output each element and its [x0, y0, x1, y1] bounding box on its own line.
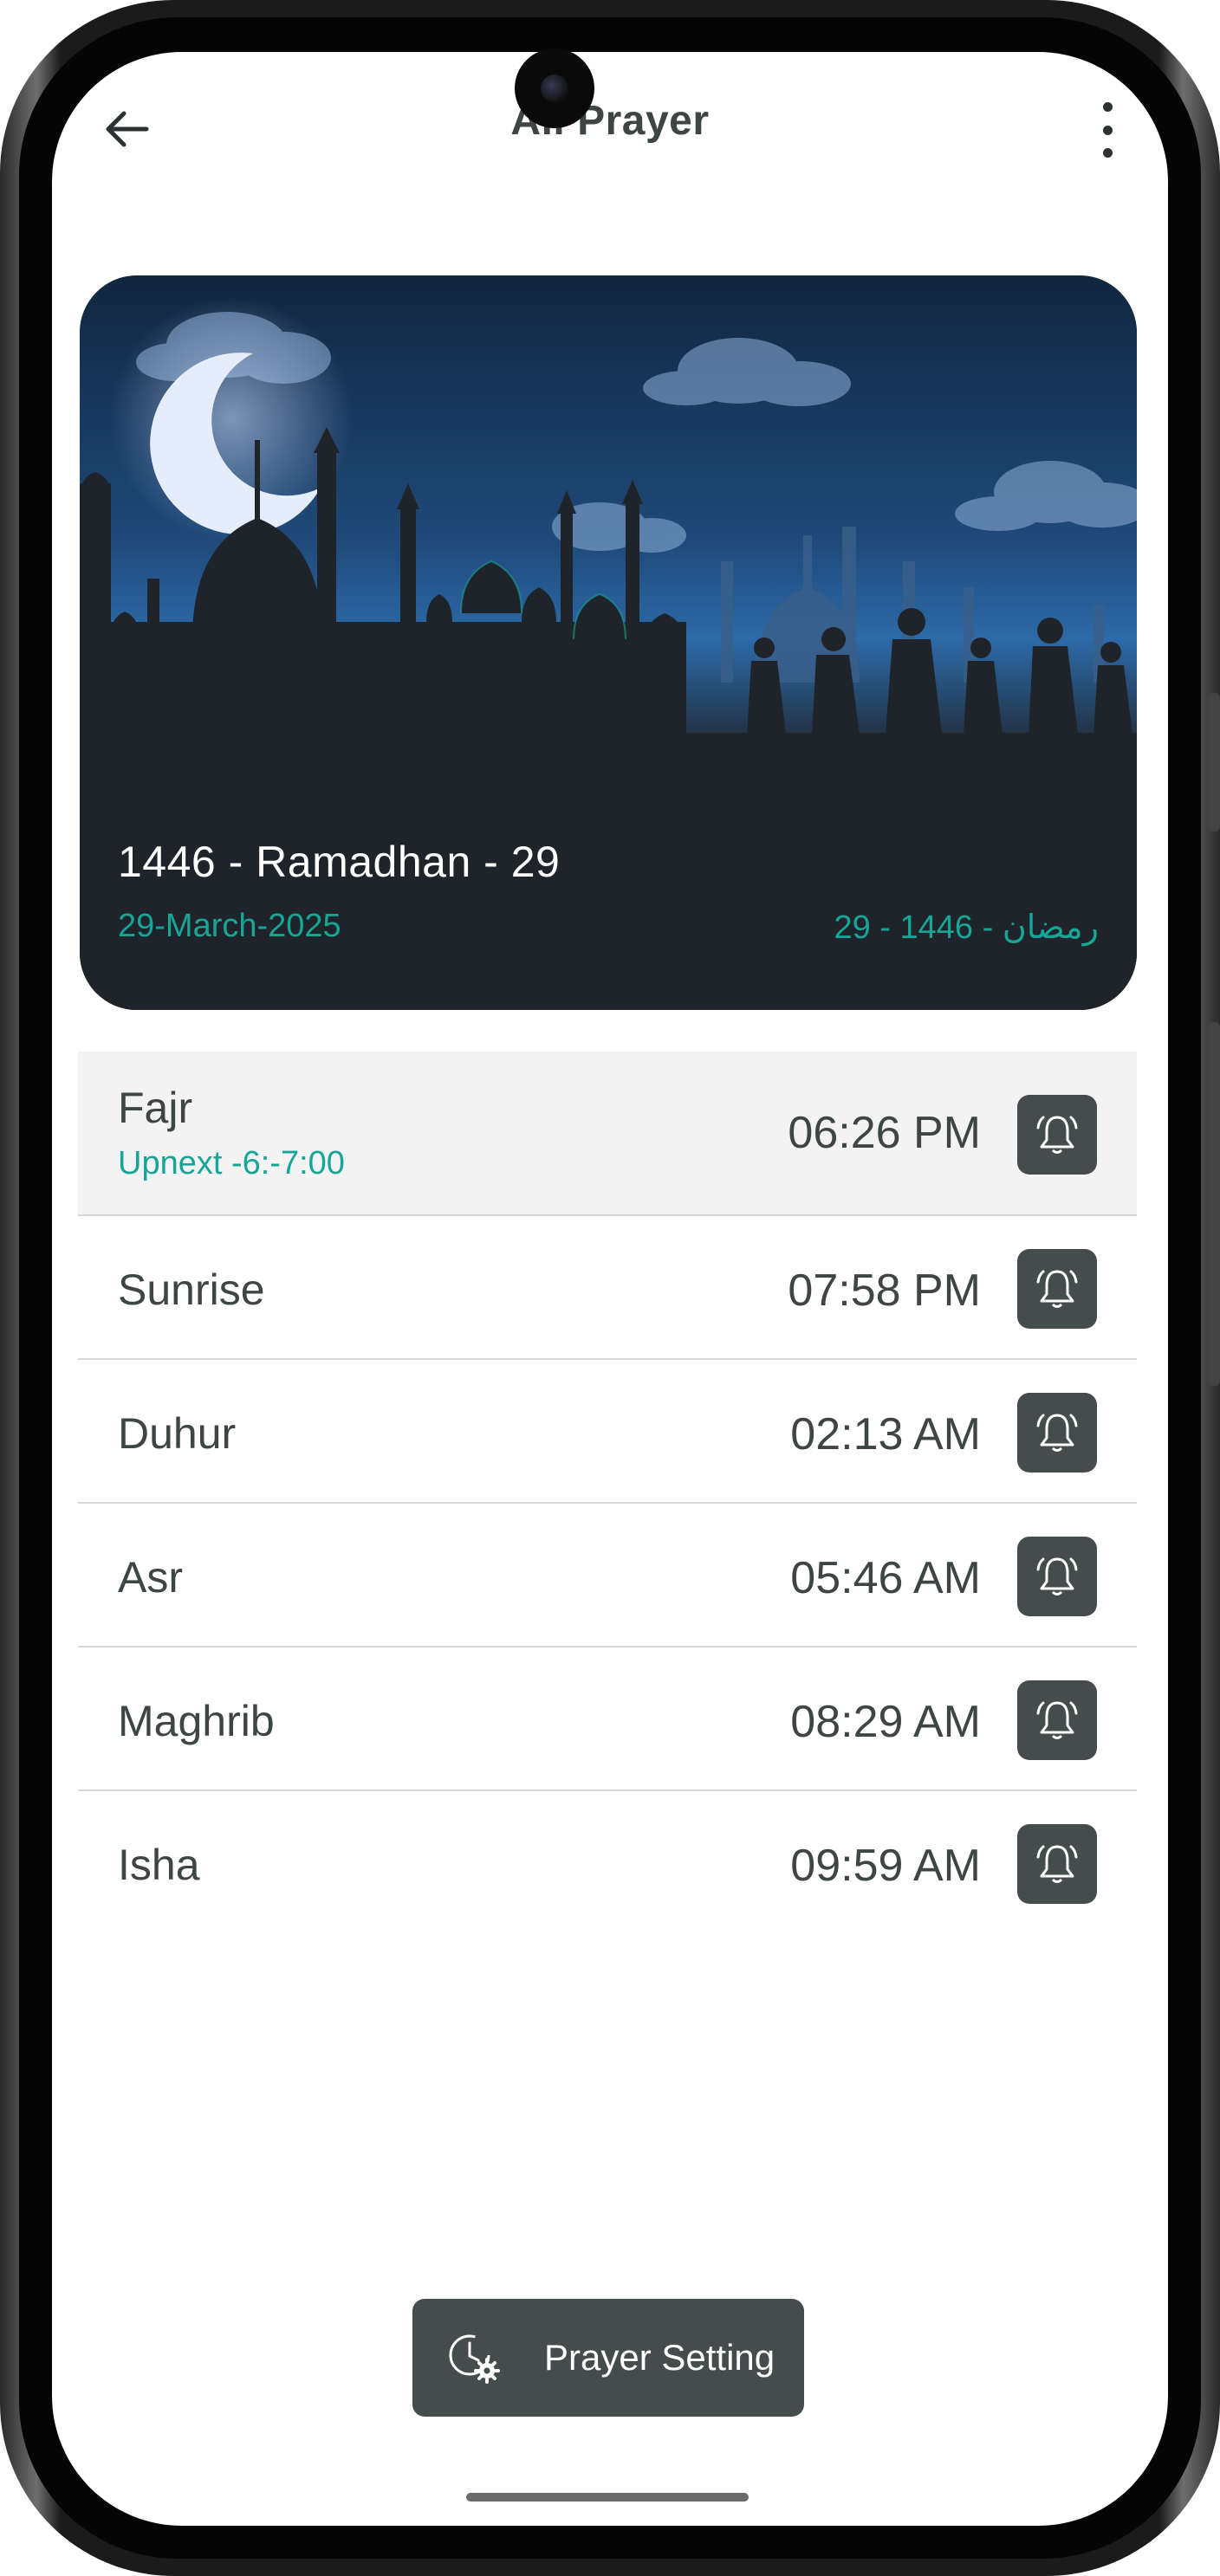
prayer-name: Maghrib — [118, 1697, 275, 1745]
prayer-row-duhur[interactable]: Duhur 02:13 AM — [78, 1360, 1137, 1504]
alarm-button-maghrib[interactable] — [1017, 1680, 1097, 1760]
prayer-time: 07:58 PM — [788, 1265, 981, 1316]
date-banner: 1446 - Ramadhan - 29 29-March-2025 29 - … — [80, 275, 1137, 1010]
alarm-bell-icon — [1036, 1270, 1078, 1308]
more-options-button[interactable] — [1090, 102, 1125, 158]
prayer-name: Duhur — [118, 1409, 237, 1458]
alarm-bell-icon — [1036, 1557, 1078, 1595]
volume-button — [1208, 693, 1220, 832]
more-vertical-icon — [1102, 102, 1113, 112]
prayer-row-asr[interactable]: Asr 05:46 AM — [78, 1504, 1137, 1647]
prayer-row-isha[interactable]: Isha 09:59 AM — [78, 1791, 1137, 1935]
prayer-name: Asr — [118, 1553, 183, 1602]
prayer-setting-button[interactable]: Prayer Setting — [412, 2299, 804, 2417]
alarm-button-isha[interactable] — [1017, 1824, 1097, 1904]
prayer-row-fajr[interactable]: Fajr Upnext -6:-7:00 06:26 PM — [78, 1052, 1137, 1216]
hijri-date: 1446 - Ramadhan - 29 — [118, 838, 561, 886]
app-screen: All Prayer 1446 - Ramadhan - 29 29-March… — [52, 52, 1168, 2526]
alarm-bell-icon — [1036, 1414, 1078, 1452]
front-camera — [515, 49, 594, 128]
prayer-name: Isha — [118, 1841, 200, 1889]
prayer-name: Fajr — [118, 1084, 193, 1132]
prayer-time: 02:13 AM — [790, 1409, 981, 1460]
page-title: All Prayer — [510, 98, 710, 144]
home-indicator[interactable] — [466, 2493, 749, 2502]
alarm-button-fajr[interactable] — [1017, 1095, 1097, 1175]
arabic-date: 29 - رمضان - 1446 — [834, 909, 1099, 946]
prayer-time: 06:26 PM — [788, 1108, 981, 1158]
alarm-bell-icon — [1036, 1845, 1078, 1883]
alarm-bell-icon — [1036, 1116, 1078, 1154]
phone-frame: All Prayer 1446 - Ramadhan - 29 29-March… — [0, 0, 1220, 2576]
mosque-night-illustration — [80, 275, 1137, 1010]
app-header: All Prayer — [52, 52, 1168, 199]
prayer-list: Fajr Upnext -6:-7:00 06:26 PM Sunrise 07… — [78, 1052, 1137, 1935]
alarm-button-asr[interactable] — [1017, 1537, 1097, 1616]
alarm-button-duhur[interactable] — [1017, 1393, 1097, 1472]
prayer-time: 08:29 AM — [790, 1697, 981, 1747]
prayer-upnext: Upnext -6:-7:00 — [118, 1145, 345, 1181]
prayer-row-sunrise[interactable]: Sunrise 07:58 PM — [78, 1216, 1137, 1360]
prayer-setting-label: Prayer Setting — [544, 2337, 775, 2378]
alarm-button-sunrise[interactable] — [1017, 1249, 1097, 1329]
prayer-time: 09:59 AM — [790, 1841, 981, 1891]
prayer-name: Sunrise — [118, 1265, 265, 1314]
gregorian-date: 29-March-2025 — [118, 908, 341, 944]
alarm-bell-icon — [1036, 1701, 1078, 1739]
prayer-row-maghrib[interactable]: Maghrib 08:29 AM — [78, 1647, 1137, 1791]
power-button — [1208, 1022, 1220, 1386]
prayer-time: 05:46 AM — [790, 1553, 981, 1603]
clock-gear-icon — [449, 2334, 500, 2384]
